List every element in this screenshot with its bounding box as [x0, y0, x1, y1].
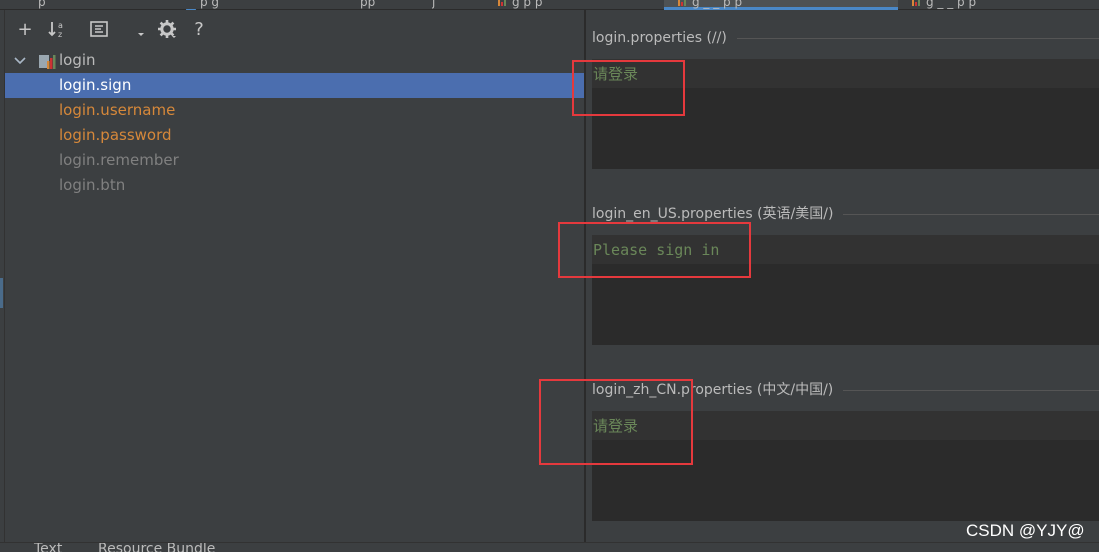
section-title: login_zh_CN.properties (中文/中国/) [592, 381, 842, 399]
property-value: 请登录 [593, 417, 639, 435]
watermark: CSDN @YJY@ [966, 521, 1085, 540]
properties-file-icon [912, 0, 922, 6]
locale-section-zh-cn: login_zh_CN.properties (中文/中国/) 请登录 [592, 381, 1099, 521]
editor-tab-fragment[interactable]: j [432, 0, 435, 10]
editor-tab-fragment[interactable]: pp [360, 0, 375, 10]
options-dropdown-button[interactable] [129, 18, 153, 40]
section-divider [843, 390, 1099, 391]
editor-tab-fragment: g _ _ p p [692, 0, 743, 9]
gear-icon [158, 20, 176, 38]
tree-item-login-username[interactable]: login.username [5, 98, 584, 123]
property-key-label: login.sign [59, 76, 132, 94]
section-title: login.properties (//) [592, 29, 735, 47]
property-value: 请登录 [593, 65, 639, 83]
value-editor-default[interactable]: 请登录 [592, 59, 1099, 169]
sort-alpha-icon: a z [48, 21, 63, 38]
dropdown-arrow-icon [138, 33, 144, 36]
settings-button[interactable] [155, 18, 179, 40]
value-editor-en-us[interactable]: Please sign in [592, 235, 1099, 345]
tree-item-login-btn[interactable]: login.btn [5, 173, 584, 198]
locale-values-panel: login.properties (//) 请登录 login_en_US.pr… [586, 10, 1099, 542]
property-key-label: login.password [59, 126, 172, 144]
property-key-label: login.remember [59, 151, 179, 169]
property-key-label: login.username [59, 101, 176, 119]
tree-item-login-password[interactable]: login.password [5, 123, 584, 148]
section-divider [737, 38, 1099, 39]
editor-tab-fragment[interactable]: g p p [512, 0, 542, 10]
section-divider [843, 214, 1099, 215]
java-file-icon [186, 0, 196, 14]
stripe-marker [0, 278, 3, 308]
editor-tab-strip: p p g pp j g p p g _ _ p p g _ _ p p [0, 0, 1099, 14]
active-editor-tab[interactable]: g _ _ p p [664, 0, 898, 10]
bottom-editor-tabs: Text Resource Bundle [0, 542, 1099, 552]
svg-text:z: z [58, 30, 62, 38]
group-list-icon [90, 21, 108, 37]
question-icon: ? [194, 18, 204, 40]
editor-tab-fragment[interactable]: g _ _ p p [926, 0, 976, 10]
locale-section-default: login.properties (//) 请登录 [592, 29, 1099, 169]
sort-alphabetically-button[interactable]: a z [45, 18, 69, 40]
tree-toolbar: + a z ? [5, 10, 584, 48]
tree-item-login-remember[interactable]: login.remember [5, 148, 584, 173]
add-property-button[interactable]: + [13, 18, 37, 40]
properties-file-icon [498, 0, 508, 6]
editor-tab-fragment[interactable]: p [38, 0, 46, 10]
property-key-label: login.btn [59, 176, 126, 194]
tab-resource-bundle[interactable]: Resource Bundle [98, 543, 215, 552]
property-value: Please sign in [593, 241, 720, 259]
locale-section-en-us: login_en_US.properties (英语/美国/) Please s… [592, 205, 1099, 345]
resource-bundle-tree-panel: + a z ? login login.sign login.username … [5, 10, 584, 542]
value-editor-zh-cn[interactable]: 请登录 [592, 411, 1099, 521]
tab-text[interactable]: Text [34, 543, 62, 552]
help-button[interactable]: ? [187, 18, 211, 40]
svg-text:a: a [58, 21, 63, 30]
caret-row-highlight [592, 60, 1099, 88]
chevron-down-icon[interactable] [14, 56, 26, 66]
editor-tab-fragment[interactable]: p g [200, 0, 219, 10]
tree-root-login[interactable]: login [5, 48, 584, 73]
tree-root-label: login [59, 51, 96, 69]
caret-row-highlight [592, 412, 1099, 440]
group-by-prefix-button[interactable] [87, 18, 111, 40]
properties-file-icon [678, 0, 688, 6]
tree-item-login-sign[interactable]: login.sign [5, 73, 584, 98]
resource-bundle-icon [39, 55, 56, 69]
plus-icon: + [17, 18, 33, 40]
section-title: login_en_US.properties (英语/美国/) [592, 205, 842, 223]
